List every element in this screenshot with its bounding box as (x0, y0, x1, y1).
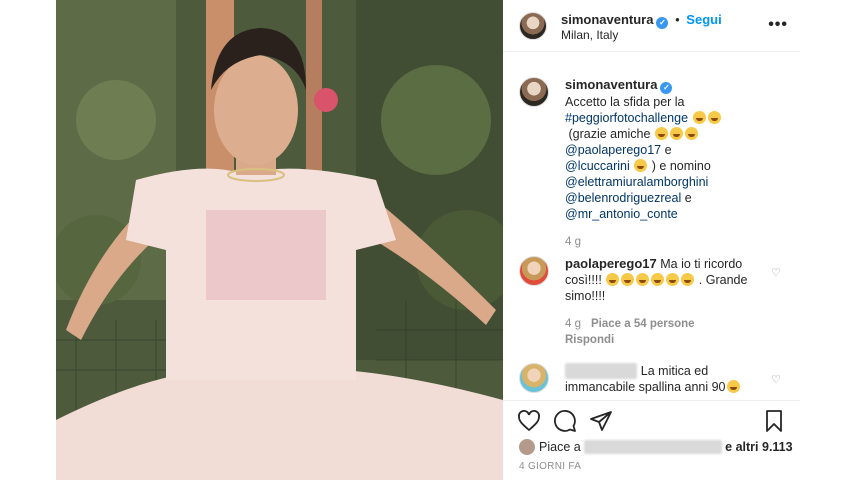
mention-link[interactable]: @elettramiuralamborghini (565, 175, 708, 189)
photo-illustration (56, 0, 503, 480)
heart-icon[interactable]: ♡ (771, 266, 781, 279)
laughing-emoji-icon (621, 273, 635, 286)
commenter-avatar[interactable] (519, 256, 549, 286)
send-icon[interactable] (589, 409, 613, 433)
commenter-avatar[interactable] (519, 363, 549, 393)
caption-body: simonaventura ✓ Accetto la sfida per la #… (565, 77, 765, 250)
laughing-emoji-icon (666, 273, 680, 286)
post-date[interactable]: 4 GIORNI FA (519, 461, 581, 472)
post-side-panel: simonaventura ✓ • Segui Milan, Italy ••• … (503, 0, 800, 480)
laughing-emoji-icon (651, 273, 665, 286)
mention-link[interactable]: @mr_antonio_conte (565, 207, 678, 221)
heart-icon[interactable] (517, 409, 541, 433)
verified-icon: ✓ (660, 82, 673, 94)
mention-link[interactable]: @paolaperego17 (565, 143, 661, 157)
location-link[interactable]: Milan, Italy (561, 28, 618, 42)
heart-icon[interactable]: ♡ (771, 373, 781, 386)
action-bar: Piace a xxxxxxxxxxxxxxxxxxxxxx e altri 9… (503, 400, 800, 480)
likes-prefix: Piace a (539, 440, 581, 454)
bookmark-icon[interactable] (762, 409, 786, 433)
comment-username-hidden[interactable]: xxxxxxxxxx (565, 363, 638, 379)
comment-username[interactable]: paolaperego17 (565, 256, 657, 271)
caption-text: Accetto la sfida per la (565, 95, 685, 109)
caption-text: e (684, 191, 692, 205)
laughing-emoji-icon (707, 111, 721, 124)
comment-likes-link[interactable]: Piace a 54 persone (591, 318, 695, 330)
follow-button[interactable]: Segui (686, 12, 721, 27)
reply-button[interactable]: Rispondi (565, 334, 614, 346)
ellipsis-icon[interactable]: ••• (768, 16, 788, 34)
post-header: simonaventura ✓ • Segui Milan, Italy ••• (503, 0, 800, 52)
comment-meta: 4 g Piace a 54 persone Rispondi (565, 316, 765, 348)
likes-count[interactable]: e altri 9.113 (725, 440, 792, 454)
laughing-emoji-icon (692, 111, 706, 124)
verified-icon: ✓ (656, 17, 669, 29)
liker-name-hidden[interactable]: xxxxxxxxxxxxxxxxxxxxxx (584, 440, 722, 454)
author-line: simonaventura ✓ • Segui (561, 12, 722, 29)
comment-timestamp[interactable]: 4 g (565, 318, 581, 330)
caption-time: 4 g (565, 234, 765, 250)
mention-link[interactable]: @belenrodriguezreal (565, 191, 681, 205)
comment-icon[interactable] (553, 409, 577, 433)
caption-text: ) e nomino (651, 159, 711, 173)
comment-body: paolaperego17 Ma io ti ricordo così!!!! … (565, 256, 765, 348)
author-avatar[interactable] (519, 12, 547, 40)
comments-list[interactable]: simonaventura ✓ Accetto la sfida per la #… (503, 53, 800, 399)
caption-avatar[interactable] (519, 77, 549, 107)
laughing-emoji-icon (606, 273, 620, 286)
instagram-post: simonaventura ✓ • Segui Milan, Italy ••• … (56, 0, 800, 480)
author-username[interactable]: simonaventura (561, 12, 653, 27)
caption-username[interactable]: simonaventura (565, 77, 657, 92)
hashtag-link[interactable]: #peggiorfotochallenge (565, 111, 688, 125)
caption-timestamp[interactable]: 4 g (565, 236, 581, 248)
likes-summary[interactable]: Piace a xxxxxxxxxxxxxxxxxxxxxx e altri 9… (519, 439, 793, 455)
laughing-emoji-icon (636, 273, 650, 286)
grin-emoji-icon (669, 127, 683, 140)
wink-emoji-icon (634, 159, 648, 172)
laughing-emoji-icon (726, 380, 740, 393)
post-photo[interactable] (56, 0, 503, 480)
laughing-emoji-icon (654, 127, 668, 140)
separator-dot: • (675, 12, 680, 27)
caption-text: e (664, 143, 672, 157)
laughing-emoji-icon (681, 273, 695, 286)
liker-avatar (519, 439, 535, 455)
comment-body: xxxxxxxxxx La mitica ed immancabile spal… (565, 363, 765, 395)
mention-link[interactable]: @lcuccarini (565, 159, 630, 173)
laughing-emoji-icon (684, 127, 698, 140)
caption-text: (grazie amiche (568, 127, 651, 141)
